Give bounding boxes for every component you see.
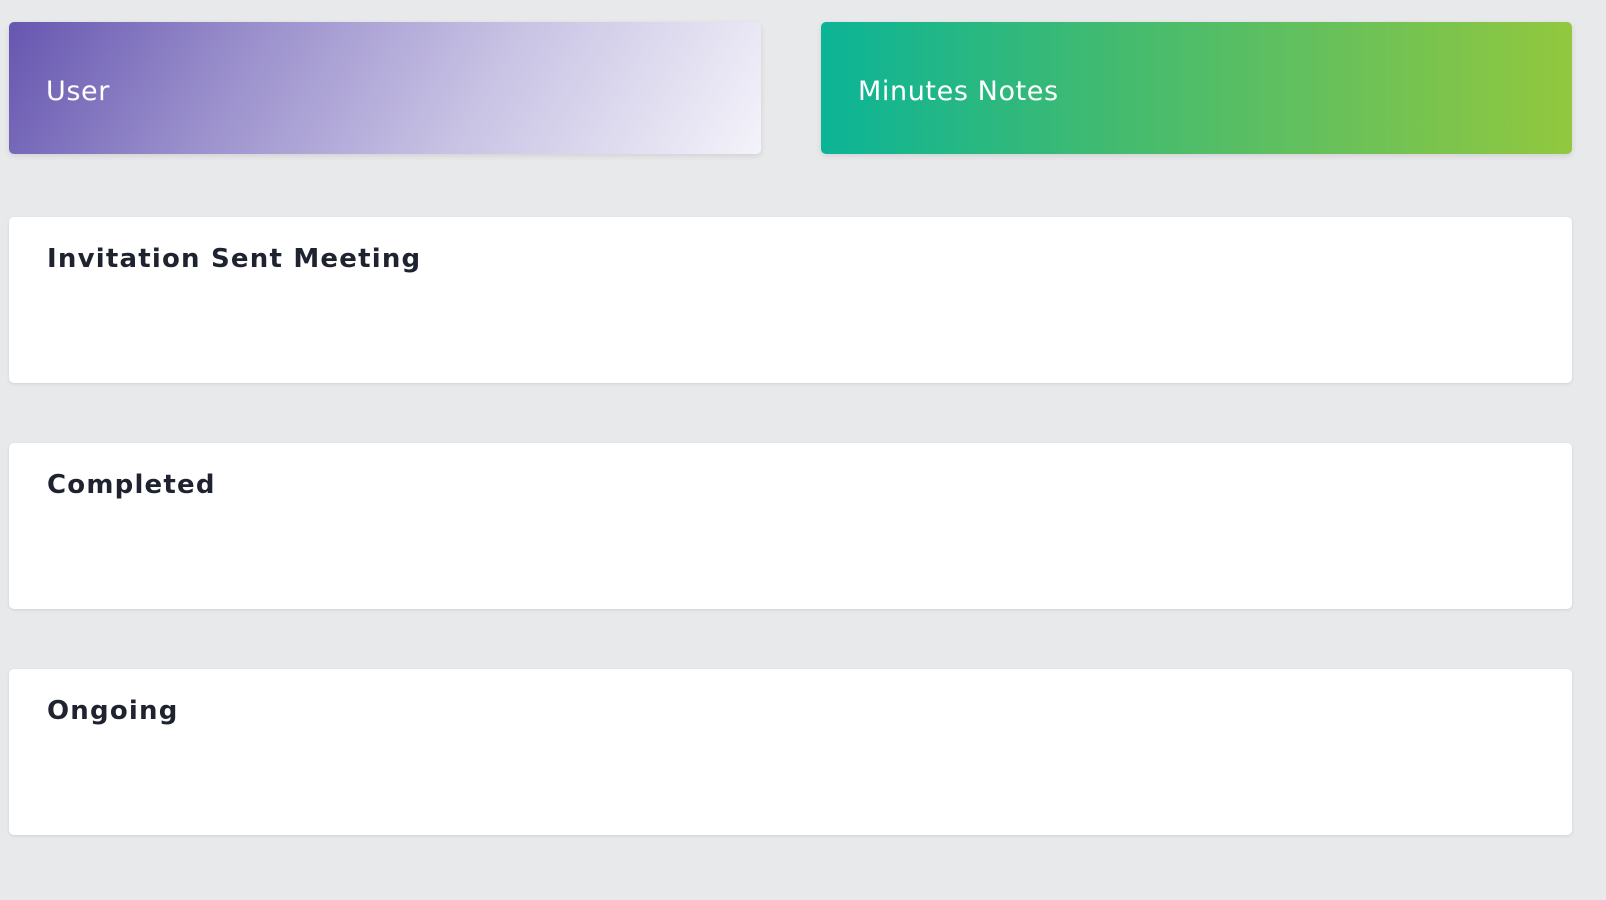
- completed-panel: Completed: [9, 443, 1572, 609]
- minutes-notes-card[interactable]: Minutes Notes: [821, 22, 1572, 154]
- ongoing-panel: Ongoing: [9, 669, 1572, 835]
- ongoing-title: Ongoing: [47, 696, 179, 726]
- minutes-notes-card-label: Minutes Notes: [858, 75, 1059, 107]
- completed-title: Completed: [47, 470, 216, 500]
- invitation-sent-meeting-title: Invitation Sent Meeting: [47, 244, 422, 274]
- invitation-sent-meeting-panel: Invitation Sent Meeting: [9, 217, 1572, 383]
- user-card-label: User: [46, 75, 110, 107]
- user-card[interactable]: User: [9, 22, 761, 154]
